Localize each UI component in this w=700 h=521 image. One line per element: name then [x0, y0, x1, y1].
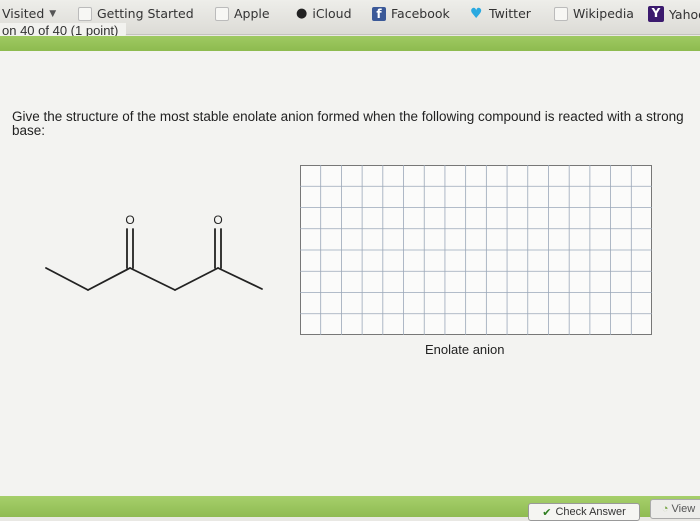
bookmark-label: Wikipedia: [573, 6, 634, 21]
twitter-icon: ♥: [470, 5, 483, 22]
bookmark-yahoo[interactable]: Y Yahoo: [648, 6, 700, 22]
view-button[interactable]: ◔ View: [650, 499, 700, 519]
oxygen-label: O: [125, 213, 134, 227]
bond: [217, 267, 263, 290]
most-visited-label: Visited: [2, 6, 45, 21]
page-icon: [78, 6, 92, 21]
answer-label: Enolate anion: [425, 342, 505, 357]
drawing-canvas[interactable]: [300, 165, 652, 335]
bond: [45, 267, 89, 291]
bookmark-twitter[interactable]: ♥ Twitter: [470, 6, 531, 21]
bookmark-label: Yahoo: [669, 6, 700, 22]
bookmark-label: Apple: [234, 6, 270, 21]
page-icon: [554, 6, 568, 21]
check-answer-button[interactable]: ✔ Check Answer: [528, 503, 640, 521]
bookmark-icloud[interactable]: ● iCloud: [296, 6, 352, 21]
view-label: View: [671, 503, 696, 515]
bookmark-wikipedia[interactable]: Wikipedia: [554, 6, 634, 21]
most-visited-menu[interactable]: Visited ▼: [2, 6, 56, 21]
molecule-structure: O O: [45, 213, 263, 291]
apple-icon: ●: [296, 6, 308, 21]
bond: [129, 267, 176, 291]
bond: [87, 267, 131, 291]
bookmark-getting-started[interactable]: Getting Started: [78, 6, 194, 21]
page-icon: [215, 6, 229, 21]
bookmark-label: Getting Started: [97, 6, 194, 21]
bookmark-label: Twitter: [489, 6, 531, 21]
chevron-down-icon: ▼: [49, 8, 57, 19]
oxygen-label: O: [213, 213, 222, 227]
header-bar: [0, 36, 700, 51]
facebook-icon: f: [372, 6, 386, 21]
yahoo-icon: Y: [648, 6, 664, 22]
bookmark-facebook[interactable]: f Facebook: [372, 6, 450, 21]
question-text: Give the structure of the most stable en…: [12, 109, 684, 138]
bookmark-apple[interactable]: Apple: [215, 6, 270, 21]
bond: [174, 267, 219, 291]
bookmark-label: iCloud: [312, 6, 352, 21]
view-icon: ◔: [661, 503, 669, 515]
check-answer-label: Check Answer: [555, 506, 626, 518]
bookmark-label: Facebook: [391, 6, 450, 21]
